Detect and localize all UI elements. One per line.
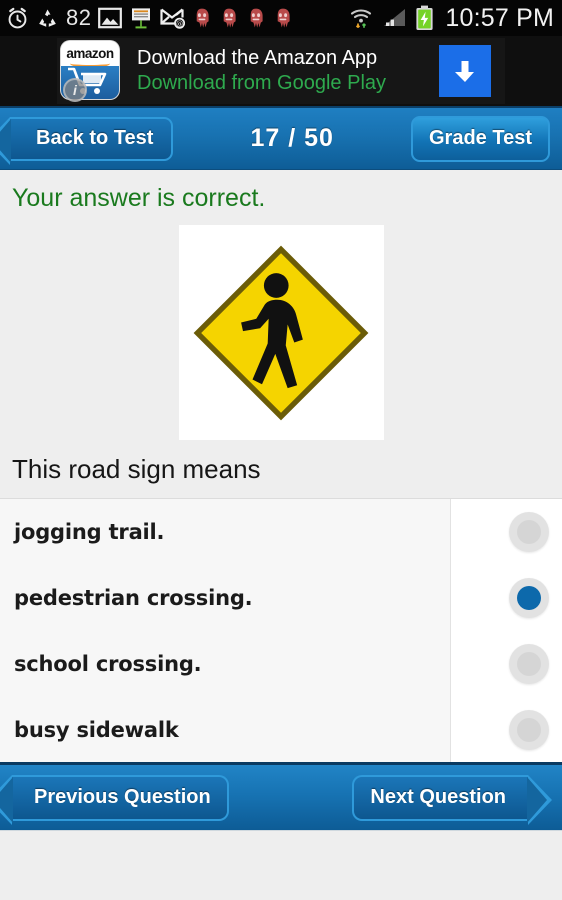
ad-banner-content[interactable]: amazon i Download the Amazon App Downloa…	[57, 38, 505, 104]
battery-percent-label: 82	[66, 5, 92, 30]
answer-radio-4[interactable]	[509, 710, 549, 750]
signal-icon	[382, 7, 408, 29]
answer-option-row-3[interactable]: school crossing.	[0, 631, 562, 697]
recycle-icon	[36, 7, 59, 30]
alarm-clock-icon	[6, 7, 29, 30]
notification-icon-2	[219, 7, 239, 29]
ad-download-button[interactable]	[439, 45, 491, 97]
grade-test-button[interactable]: Grade Test	[411, 115, 550, 162]
ad-info-badge[interactable]: i	[63, 78, 87, 102]
notification-icon-4	[273, 7, 293, 29]
answer-radio-2[interactable]	[509, 578, 549, 618]
answer-option-row-2[interactable]: pedestrian crossing.	[0, 565, 562, 631]
answer-option-label-2: pedestrian crossing.	[14, 586, 253, 610]
ad-subtitle: Download from Google Play	[137, 72, 387, 94]
status-bar-clock: 10:57 PM	[445, 3, 554, 32]
grade-test-label: Grade Test	[429, 127, 532, 149]
ad-icon-wrapper: amazon i	[61, 41, 121, 102]
email-icon: @	[160, 7, 186, 29]
previous-question-label: Previous Question	[34, 786, 211, 808]
next-question-button[interactable]: Next Question	[352, 774, 552, 825]
question-counter: 17 / 50	[250, 124, 334, 152]
phone-screen: 82 @ 10:57 PM amazon i Download the Amaz…	[0, 0, 562, 900]
bottom-navigation-bar: Previous Question Next Question	[0, 762, 562, 830]
svg-text:@: @	[177, 20, 184, 28]
answer-option-label-4: busy sidewalk	[14, 718, 179, 742]
answer-option-label-1: jogging trail.	[14, 520, 165, 544]
back-to-test-button[interactable]: Back to Test	[0, 116, 174, 165]
road-sign-image	[178, 225, 384, 440]
answer-options-list: jogging trail. pedestrian crossing. scho…	[0, 498, 562, 763]
answer-option-row-4[interactable]: busy sidewalk	[0, 697, 562, 763]
ad-title: Download the Amazon App	[137, 47, 378, 69]
wifi-icon	[349, 6, 375, 30]
download-arrow-icon	[455, 61, 474, 82]
pedestrian-crossing-sign-icon	[186, 237, 376, 428]
notification-icon-1	[192, 7, 212, 29]
question-text: This road sign means	[0, 440, 562, 498]
question-image-area	[0, 225, 562, 440]
gallery-icon	[98, 7, 123, 29]
ad-text-block: Download the Amazon App Download from Go…	[121, 46, 439, 96]
answer-radio-3[interactable]	[509, 644, 549, 684]
presentation-icon	[129, 6, 153, 30]
back-to-test-label: Back to Test	[36, 127, 154, 149]
ad-banner[interactable]: amazon i Download the Amazon App Downloa…	[0, 36, 562, 106]
status-bar: 82 @ 10:57 PM	[0, 0, 562, 36]
battery-charging-icon	[415, 5, 434, 31]
answer-radio-1[interactable]	[509, 512, 549, 552]
page-bottom-area	[0, 830, 562, 900]
notification-icon-3	[246, 7, 266, 29]
top-navigation-bar: Back to Test 17 / 50 Grade Test	[0, 106, 562, 170]
answer-feedback-message: Your answer is correct.	[0, 171, 562, 225]
answer-option-label-3: school crossing.	[14, 652, 202, 676]
answer-option-row-1[interactable]: jogging trail.	[0, 499, 562, 565]
next-question-label: Next Question	[370, 786, 506, 808]
previous-question-button[interactable]: Previous Question	[0, 774, 229, 825]
